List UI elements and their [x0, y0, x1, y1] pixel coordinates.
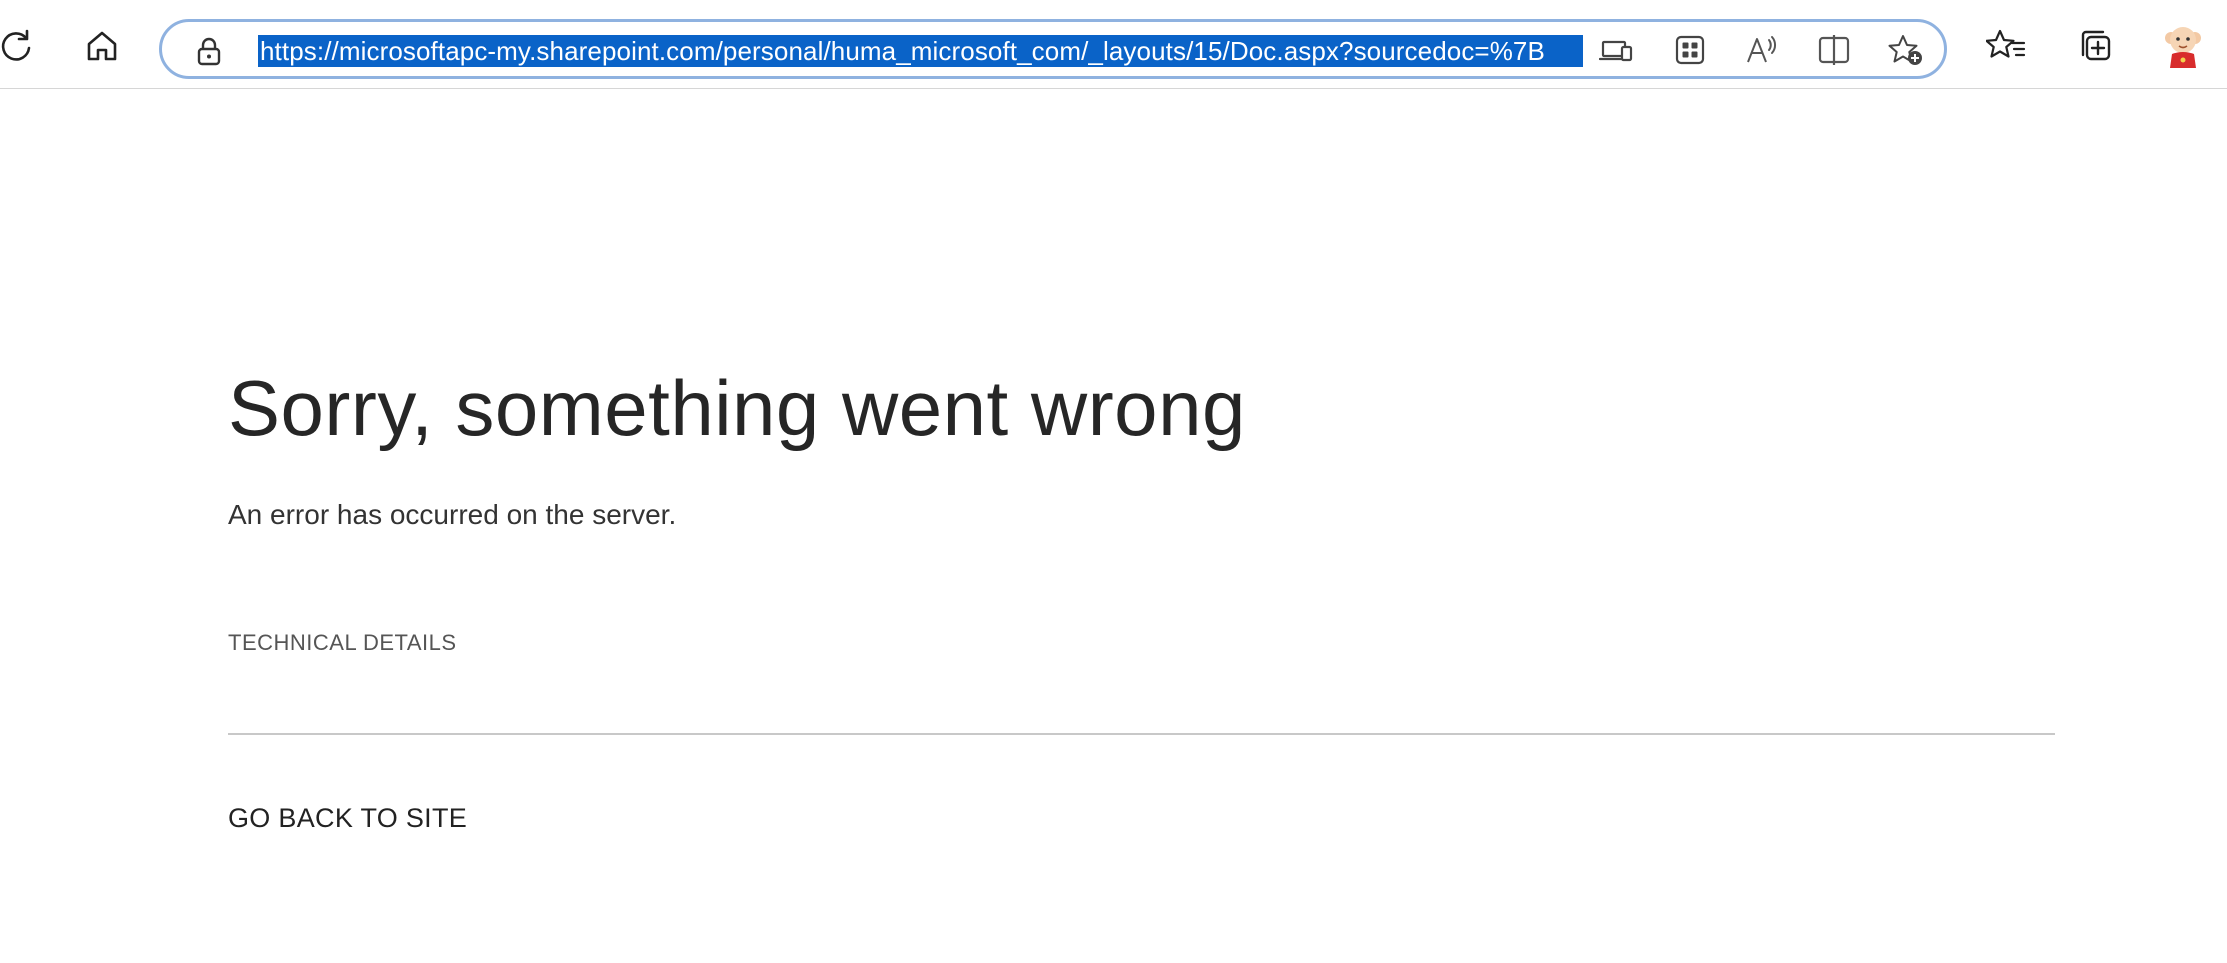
read-aloud-button[interactable] [1742, 32, 1782, 72]
technical-details-link[interactable]: TECHNICAL DETAILS [228, 628, 457, 658]
collections-icon [2075, 27, 2113, 65]
home-icon [83, 27, 121, 65]
divider [228, 733, 2055, 735]
collections-button[interactable] [2068, 20, 2120, 72]
favorites-button[interactable] [1980, 20, 2032, 72]
split-screen-button[interactable] [1814, 32, 1854, 72]
address-bar[interactable]: https://microsoftapc-my.sharepoint.com/p… [159, 19, 1947, 79]
extensions-icon [1674, 34, 1706, 71]
go-back-to-site-link[interactable]: GO BACK TO SITE [228, 800, 467, 836]
app-available-button[interactable] [1596, 32, 1636, 72]
home-button[interactable] [76, 20, 128, 72]
url-text[interactable]: https://microsoftapc-my.sharepoint.com/p… [258, 35, 1583, 67]
error-message: An error has occurred on the server. [228, 499, 677, 530]
extensions-button[interactable] [1670, 32, 1710, 72]
split-screen-icon [1817, 34, 1851, 71]
url-selection: https://microsoftapc-my.sharepoint.com/p… [258, 35, 1583, 67]
refresh-icon [0, 26, 36, 66]
add-favorite-icon [1888, 33, 1924, 72]
profile-avatar[interactable] [2160, 22, 2206, 72]
refresh-button[interactable] [0, 20, 42, 72]
browser-toolbar: https://microsoftapc-my.sharepoint.com/p… [0, 0, 2227, 89]
page-title: Sorry, something went wrong [228, 364, 1246, 452]
read-aloud-icon [1745, 34, 1779, 71]
add-favorite-button[interactable] [1886, 32, 1926, 72]
app-available-icon [1598, 35, 1633, 70]
lock-icon[interactable] [195, 36, 223, 66]
favorites-icon [1986, 28, 2026, 64]
